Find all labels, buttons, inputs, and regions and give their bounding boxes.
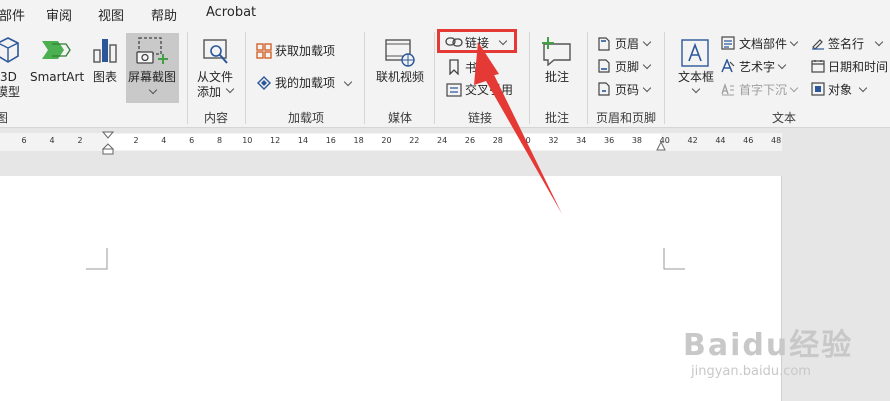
baidu-watermark: Baidu经验 jingyan.baidu.com: [683, 320, 883, 390]
watermark-brand: Baidu经验: [683, 328, 854, 363]
watermark-url: jingyan.baidu.com: [691, 364, 811, 379]
